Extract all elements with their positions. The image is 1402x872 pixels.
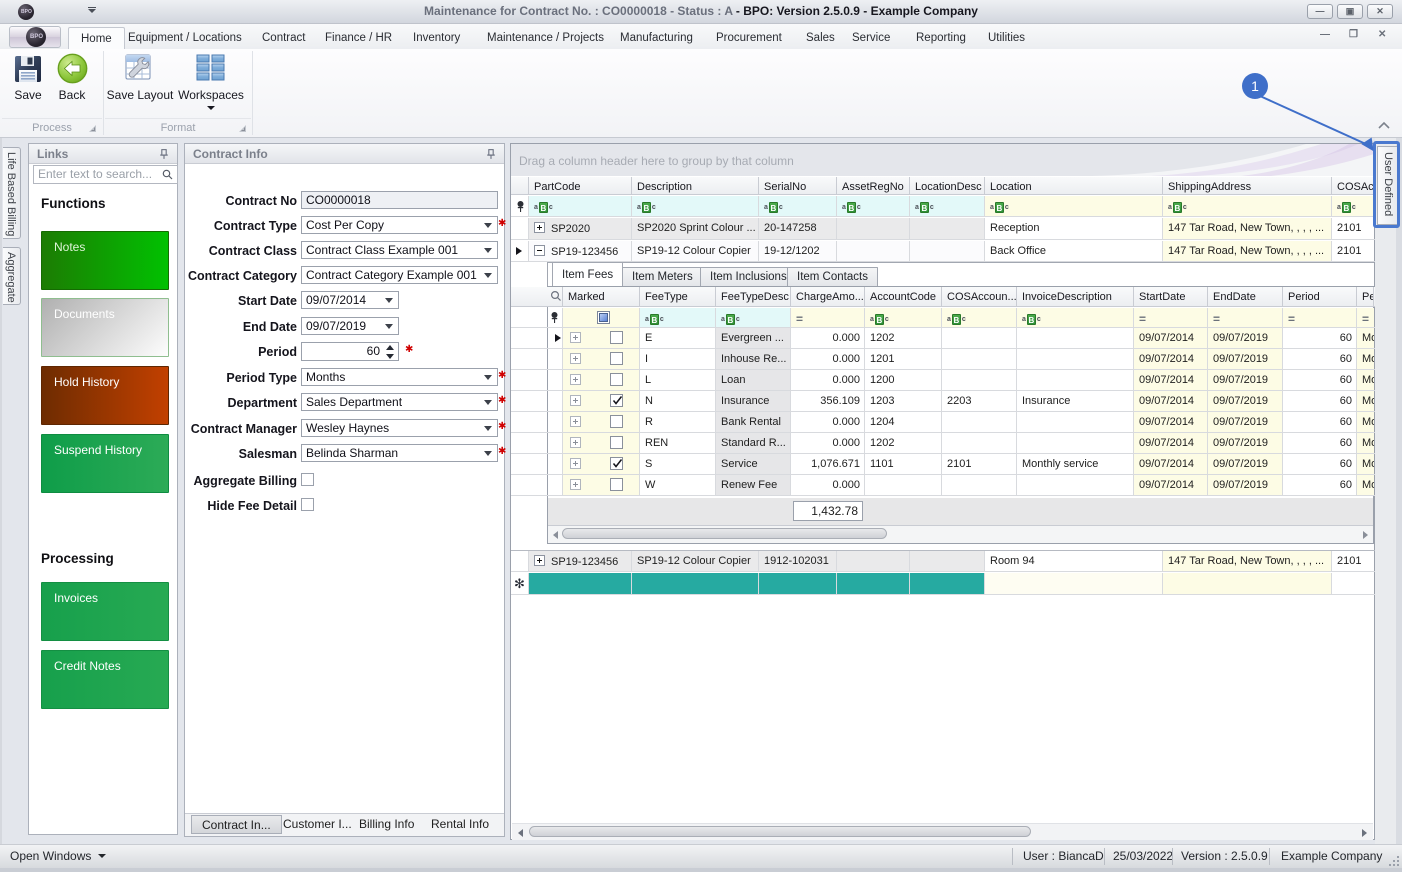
svg-text:1: 1 (1251, 78, 1259, 94)
